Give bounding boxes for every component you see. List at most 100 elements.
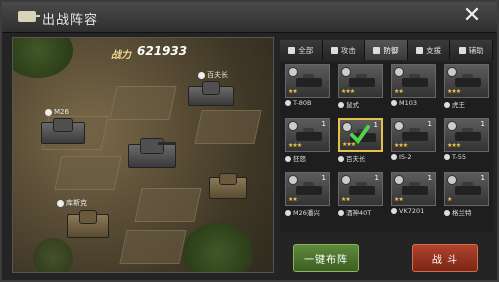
tree-decoration xyxy=(13,38,73,78)
tab-support[interactable]: 支援 xyxy=(407,40,451,60)
sword-icon xyxy=(330,46,338,54)
tank-level: 1 xyxy=(321,120,326,128)
support-icon xyxy=(416,46,424,54)
tank-card[interactable]: 1 ★★★ T-55 xyxy=(444,118,489,162)
shield-icon xyxy=(57,199,64,207)
tank-card[interactable]: ★★ T-80B xyxy=(285,64,330,108)
rank-icon xyxy=(394,67,404,77)
tank-card-name: 鼠式 xyxy=(338,99,383,109)
tab-defense[interactable]: 防御 xyxy=(365,40,408,60)
shield-icon xyxy=(338,156,344,162)
battle-button[interactable]: 战 斗 xyxy=(412,244,478,272)
tank-thumbnail: ★★★ xyxy=(444,64,489,98)
title-bar: 出战阵容 ✕ xyxy=(2,2,497,33)
tank-card[interactable]: ★★ M103 xyxy=(391,64,436,108)
tank-thumbnail: 1 ★★ xyxy=(338,172,383,206)
tank-card-name: 虎王 xyxy=(444,99,489,109)
tank-thumbnail: ★★ xyxy=(285,64,330,98)
shield-icon xyxy=(391,154,397,160)
star-rating: ★★★ xyxy=(447,142,461,149)
tank-name: M26 xyxy=(54,108,69,116)
tree-decoration xyxy=(33,238,73,272)
tank-card-name: IS-2 xyxy=(391,153,436,161)
tank-card-name: VK7201 xyxy=(391,207,436,215)
tank-level: 1 xyxy=(427,120,432,128)
star-rating: ★★ xyxy=(394,88,404,95)
tank-level: 1 xyxy=(321,174,326,182)
assist-icon xyxy=(458,46,466,54)
tank-card-name: T-80B xyxy=(285,99,330,107)
tank-image xyxy=(349,78,375,87)
rank-icon xyxy=(394,121,404,131)
tank-card[interactable]: 1 ★★★ 狂怒 xyxy=(285,118,330,163)
shield-icon xyxy=(373,46,381,54)
deploy-slot[interactable] xyxy=(134,188,202,222)
tank-card-name: 百夫长 xyxy=(338,153,383,163)
tab-attack[interactable]: 攻击 xyxy=(322,40,366,60)
shield-icon xyxy=(391,208,397,214)
rank-icon xyxy=(341,175,351,185)
window-title: 出战阵容 xyxy=(42,13,99,28)
tank-level: 1 xyxy=(374,174,379,182)
rank-icon xyxy=(288,121,298,131)
tank-thumbnail: 1 ★★★ xyxy=(444,118,489,152)
tank-card[interactable]: 1 ★ 格兰特 xyxy=(444,172,489,217)
tank-tag: M26 xyxy=(45,108,69,116)
deploy-slot[interactable] xyxy=(119,230,187,264)
rank-icon xyxy=(394,175,404,185)
tank-level: 1 xyxy=(480,174,485,182)
tank-card[interactable]: 1 ★★ 酒神40T xyxy=(338,172,383,217)
shield-icon xyxy=(285,210,291,216)
tank-thumbnail: ★★ xyxy=(391,64,436,98)
power-label: 战力 xyxy=(111,50,131,61)
tank-thumbnail: 1 ★★★ xyxy=(285,118,330,152)
tree-decoration xyxy=(183,223,253,272)
tank-thumbnail: 1 ★★ xyxy=(391,172,436,206)
deploy-slot[interactable] xyxy=(194,110,262,144)
tank-image xyxy=(455,78,481,87)
tank-card-name: M103 xyxy=(391,99,436,107)
shield-icon xyxy=(444,102,450,108)
star-rating: ★★★ xyxy=(447,88,461,95)
shield-icon xyxy=(45,108,52,116)
star-rating: ★★★ xyxy=(341,88,355,95)
deploy-slot[interactable] xyxy=(109,86,177,120)
tank-card[interactable]: 1 ★★★ IS-2 xyxy=(391,118,436,162)
rank-icon xyxy=(447,67,457,77)
tank-thumbnail: 1 ★★★ xyxy=(391,118,436,152)
rank-icon xyxy=(447,175,457,185)
deploy-slot[interactable] xyxy=(54,156,122,190)
tank-thumbnail: 1 ★ xyxy=(444,172,489,206)
rank-icon xyxy=(288,175,298,185)
close-button[interactable]: ✕ xyxy=(461,5,483,27)
tank-image xyxy=(455,186,481,195)
tank-card[interactable]: 1 ★★★ 百夫长 xyxy=(338,118,383,163)
tank-card[interactable]: 1 ★★ M26潘兴 xyxy=(285,172,330,217)
tank-card[interactable]: ★★★ 鼠式 xyxy=(338,64,383,109)
tank-image xyxy=(349,186,375,195)
tank-icon xyxy=(18,11,40,22)
tank-thumbnail: 1 ★★ xyxy=(285,172,330,206)
tank-card[interactable]: ★★★ 虎王 xyxy=(444,64,489,109)
tank-card[interactable]: 1 ★★ VK7201 xyxy=(391,172,436,216)
tank-card-name: 格兰特 xyxy=(444,207,489,217)
star-rating: ★★★ xyxy=(394,142,408,149)
tab-all[interactable]: 全部 xyxy=(280,40,323,60)
tab-assist[interactable]: 辅助 xyxy=(450,40,493,60)
rank-icon xyxy=(288,67,298,77)
star-rating: ★★ xyxy=(288,88,298,95)
star-rating: ★★ xyxy=(341,196,351,203)
all-icon xyxy=(288,46,296,54)
shield-icon xyxy=(198,71,205,79)
tank-card-name: 酒神40T xyxy=(338,207,383,217)
shield-icon xyxy=(338,210,344,216)
tank-image xyxy=(296,132,322,141)
star-rating: ★★ xyxy=(394,196,404,203)
shield-icon xyxy=(444,154,450,160)
tank-image xyxy=(296,186,322,195)
auto-deploy-button[interactable]: 一键布阵 xyxy=(293,244,359,272)
shield-icon xyxy=(444,210,450,216)
tank-image xyxy=(402,78,428,87)
tank-name: 百夫长 xyxy=(207,71,228,79)
tank-thumbnail: ★★★ xyxy=(338,64,383,98)
